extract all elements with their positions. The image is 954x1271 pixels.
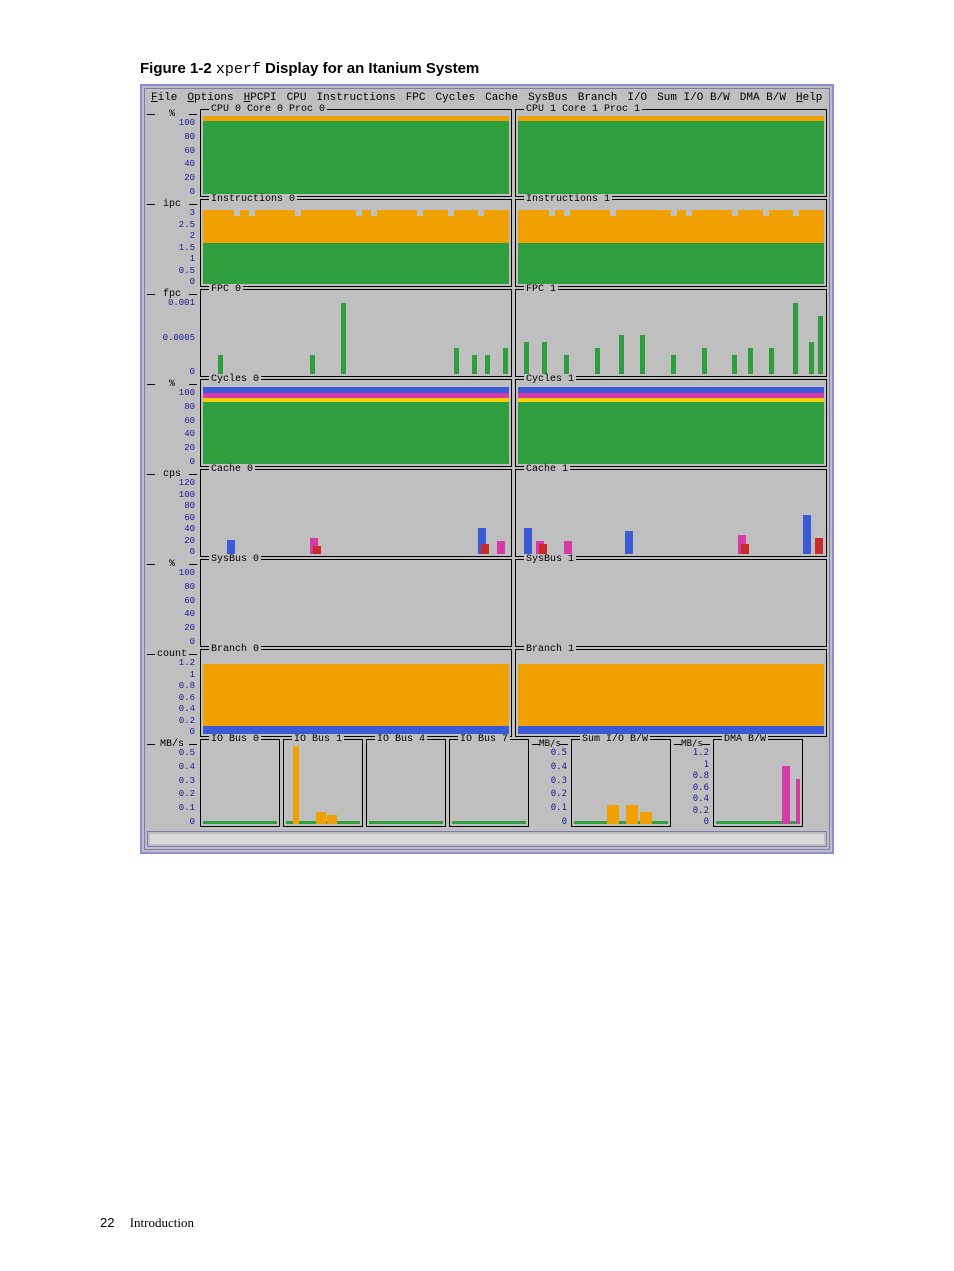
menu-item-i-o[interactable]: I/O <box>627 92 647 104</box>
panel-cache-1: Cache 1 <box>515 469 827 557</box>
metric-row: fpc0.0010.00050FPC 0FPC 1 <box>147 289 827 377</box>
panel-io-bus-4: IO Bus 4 <box>366 739 446 827</box>
panel-cache-0: Cache 0 <box>200 469 512 557</box>
panel-sysbus-0: SysBus 0 <box>200 559 512 647</box>
panel-dma-b-w: DMA B/W <box>713 739 803 827</box>
axis-%: %100806040200 <box>147 109 197 197</box>
panel-io-bus-1: IO Bus 1 <box>283 739 363 827</box>
metric-row-io: MB/s0.50.40.30.20.10IO Bus 0IO Bus 1IO B… <box>147 739 827 827</box>
metric-row: count1.210.80.60.40.20Branch 0Branch 1 <box>147 649 827 737</box>
horizontal-scrollbar[interactable] <box>147 831 827 847</box>
panel-instructions-1: Instructions 1 <box>515 199 827 287</box>
axis-%: %100806040200 <box>147 379 197 467</box>
axis-count: count1.210.80.60.40.20 <box>147 649 197 737</box>
panel-cpu-1-core-1-proc-1: CPU 1 Core 1 Proc 1 <box>515 109 827 197</box>
axis-MB/s: MB/s1.210.80.60.40.20 <box>674 739 710 827</box>
menu-item-fpc[interactable]: FPC <box>406 92 426 104</box>
page-number: 22 <box>100 1215 114 1230</box>
menu-item-cycles[interactable]: Cycles <box>436 92 476 104</box>
metric-row: cps120100806040200Cache 0Cache 1 <box>147 469 827 557</box>
axis-MB/s: MB/s0.50.40.30.20.10 <box>147 739 197 827</box>
menu-item-cache[interactable]: Cache <box>485 92 518 104</box>
figure-rest: Display for an Itanium System <box>265 60 479 77</box>
menu-item-help[interactable]: Help <box>796 92 822 104</box>
panel-cpu-0-core-0-proc-0: CPU 0 Core 0 Proc 0 <box>200 109 512 197</box>
panel-fpc-1: FPC 1 <box>515 289 827 377</box>
panel-io-bus-7: IO Bus 7 <box>449 739 529 827</box>
metric-row: %100806040200CPU 0 Core 0 Proc 0CPU 1 Co… <box>147 109 827 197</box>
panel-sysbus-1: SysBus 1 <box>515 559 827 647</box>
axis-fpc: fpc0.0010.00050 <box>147 289 197 377</box>
page-footer: 22 Introduction <box>100 1215 194 1231</box>
metric-row: ipc32.521.510.50Instructions 0Instructio… <box>147 199 827 287</box>
menu-item-options[interactable]: Options <box>187 92 233 104</box>
xperf-window: File Options HPCPI CPU Instructions FPC Cycles… <box>140 84 834 854</box>
panel-instructions-0: Instructions 0 <box>200 199 512 287</box>
menu-item-file[interactable]: File <box>151 92 177 104</box>
axis-%: %100806040200 <box>147 559 197 647</box>
section-title: Introduction <box>130 1215 194 1230</box>
panel-cycles-1: Cycles 1 <box>515 379 827 467</box>
panel-cycles-0: Cycles 0 <box>200 379 512 467</box>
menu-item-sum-i-o-b-w[interactable]: Sum I/O B/W <box>657 92 730 104</box>
axis-cps: cps120100806040200 <box>147 469 197 557</box>
panel-sum-i-o-b-w: Sum I/O B/W <box>571 739 671 827</box>
menu-item-branch[interactable]: Branch <box>578 92 618 104</box>
menu-item-dma-b-w[interactable]: DMA B/W <box>740 92 786 104</box>
menu-item-instructions[interactable]: Instructions <box>316 92 395 104</box>
panel-branch-1: Branch 1 <box>515 649 827 737</box>
chart-rows: %100806040200CPU 0 Core 0 Proc 0CPU 1 Co… <box>145 107 829 829</box>
panel-io-bus-0: IO Bus 0 <box>200 739 280 827</box>
figure-caption: Figure 1-2 xperf Display for an Itanium … <box>140 60 844 78</box>
panel-branch-0: Branch 0 <box>200 649 512 737</box>
menu-item-sysbus[interactable]: SysBus <box>528 92 568 104</box>
panel-fpc-0: FPC 0 <box>200 289 512 377</box>
figure-code: xperf <box>216 61 261 78</box>
metric-row: %100806040200SysBus 0SysBus 1 <box>147 559 827 647</box>
axis-ipc: ipc32.521.510.50 <box>147 199 197 287</box>
menu-item-hpcpi[interactable]: HPCPI <box>244 92 277 104</box>
menu-item-cpu[interactable]: CPU <box>287 92 307 104</box>
figure-number: Figure 1-2 <box>140 60 212 77</box>
axis-MB/s: MB/s0.50.40.30.20.10 <box>532 739 568 827</box>
metric-row: %100806040200Cycles 0Cycles 1 <box>147 379 827 467</box>
